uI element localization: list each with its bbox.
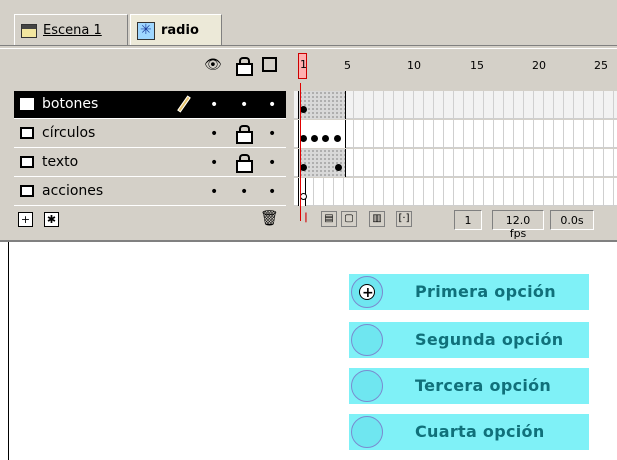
layer-icon [20,127,34,139]
option-label[interactable]: Tercera opción [415,376,551,395]
pencil-icon [177,95,191,113]
playhead-line [300,83,301,221]
frames-acciones[interactable] [294,178,617,206]
symbol-label: radio [161,23,199,38]
scene-tab[interactable]: Escena 1 [14,14,128,46]
divider [0,45,617,46]
keyframe-marker[interactable] [335,164,342,171]
symbol-tab[interactable]: radio [130,14,222,46]
ruler-label-10: 10 [407,59,421,72]
lock-icon[interactable] [236,57,253,76]
ruler-label-15: 15 [470,59,484,72]
layer-name[interactable]: círculos [42,125,95,141]
option-label[interactable]: Primera opción [415,282,556,301]
frames-texto[interactable] [294,149,617,177]
eye-icon[interactable]: 👁 [204,57,222,73]
visibility-dot[interactable]: • [210,156,218,170]
current-frame-field: 1 [454,210,482,230]
lock-dot[interactable]: • [240,98,248,112]
layer-row-acciones[interactable]: acciones • • • [14,178,286,206]
layer-icon [20,98,34,110]
outline-dot[interactable]: • [268,98,276,112]
visibility-dot[interactable]: • [210,127,218,141]
lock-icon[interactable] [236,154,253,173]
layer-row-botones[interactable]: botones • • • [14,91,286,119]
keyframe-marker[interactable] [300,164,307,171]
outline-dot[interactable]: • [268,156,276,170]
modify-onion-markers-icon[interactable]: [·] [396,211,412,227]
frame-rate-field[interactable]: 12.0 fps [492,210,544,240]
layer-icon [20,185,34,197]
layer-name[interactable]: botones [42,96,98,112]
stage-edge [8,242,9,460]
keyframe-marker[interactable] [300,135,307,142]
layer-row-texto[interactable]: texto • • [14,149,286,177]
outline-dot[interactable]: • [268,127,276,141]
layer-header: 👁 [14,51,286,81]
scene-bar: Escena 1 radio [0,0,617,48]
layer-name[interactable]: acciones [42,183,103,199]
visibility-dot[interactable]: • [210,98,218,112]
onion-skin-icon[interactable]: ▤ [321,211,337,227]
edit-multiple-frames-icon[interactable]: ▥ [369,211,385,227]
frames-botones[interactable] [294,91,617,119]
layer-row-circulos[interactable]: círculos • • [14,120,286,148]
radio-option-2[interactable]: Segunda opción [349,322,589,358]
onion-skin-outlines-icon[interactable]: ▢ [341,211,357,227]
stage[interactable]: + Primera opción Segunda opción Tercera … [0,240,617,460]
keyframe-marker[interactable] [300,106,307,113]
trash-icon[interactable]: 🗑 [260,211,279,227]
outline-square-icon[interactable] [262,57,277,72]
radio-button[interactable] [351,416,383,448]
timeline-footer: + ✱ 🗑 | ▤ ▢ ▥ [·] 1 12.0 fps 0.0s [14,207,617,240]
action-keyframe-marker[interactable] [300,193,307,200]
option-label[interactable]: Cuarta opción [415,422,545,441]
ruler-label-20: 20 [532,59,546,72]
outline-dot[interactable]: • [268,185,276,199]
radio-button-selected[interactable]: + [351,276,383,308]
ruler-label-25: 25 [594,59,608,72]
keyframe-span[interactable] [298,91,346,119]
radio-option-3[interactable]: Tercera opción [349,368,589,404]
keyframe-span[interactable] [298,120,346,148]
radio-button[interactable] [351,370,383,402]
keyframe-marker[interactable] [311,135,318,142]
lock-dot[interactable]: • [240,185,248,199]
elapsed-time-field: 0.0s [550,210,594,230]
add-guide-layer-icon[interactable]: ✱ [44,212,59,227]
radio-option-4[interactable]: Cuarta opción [349,414,589,450]
playhead[interactable]: 1 [298,53,307,79]
layer-name[interactable]: texto [42,154,78,170]
add-layer-icon[interactable]: + [18,212,33,227]
clapperboard-icon [21,23,37,38]
radio-option-1[interactable]: + Primera opción [349,274,589,310]
keyframe-marker[interactable] [334,135,341,142]
radio-button[interactable] [351,324,383,356]
movieclip-symbol-icon [137,21,155,40]
visibility-dot[interactable]: • [210,185,218,199]
ruler-label-5: 5 [344,59,351,72]
crosshair-icon: + [362,285,374,301]
ruler-label-1: 1 [300,58,307,71]
scene-label[interactable]: Escena 1 [43,23,102,38]
timeline-panel: 👁 1 5 10 15 20 25 botones • • • círculos… [0,48,617,240]
frames-circulos[interactable] [294,120,617,148]
center-frame-icon[interactable]: | [298,211,314,227]
keyframe-marker[interactable] [322,135,329,142]
layer-icon [20,156,34,168]
keyframe-span[interactable] [298,149,346,177]
frame-ruler[interactable]: 1 5 10 15 20 25 [294,51,617,81]
option-label[interactable]: Segunda opción [415,330,563,349]
lock-icon[interactable] [236,125,253,144]
